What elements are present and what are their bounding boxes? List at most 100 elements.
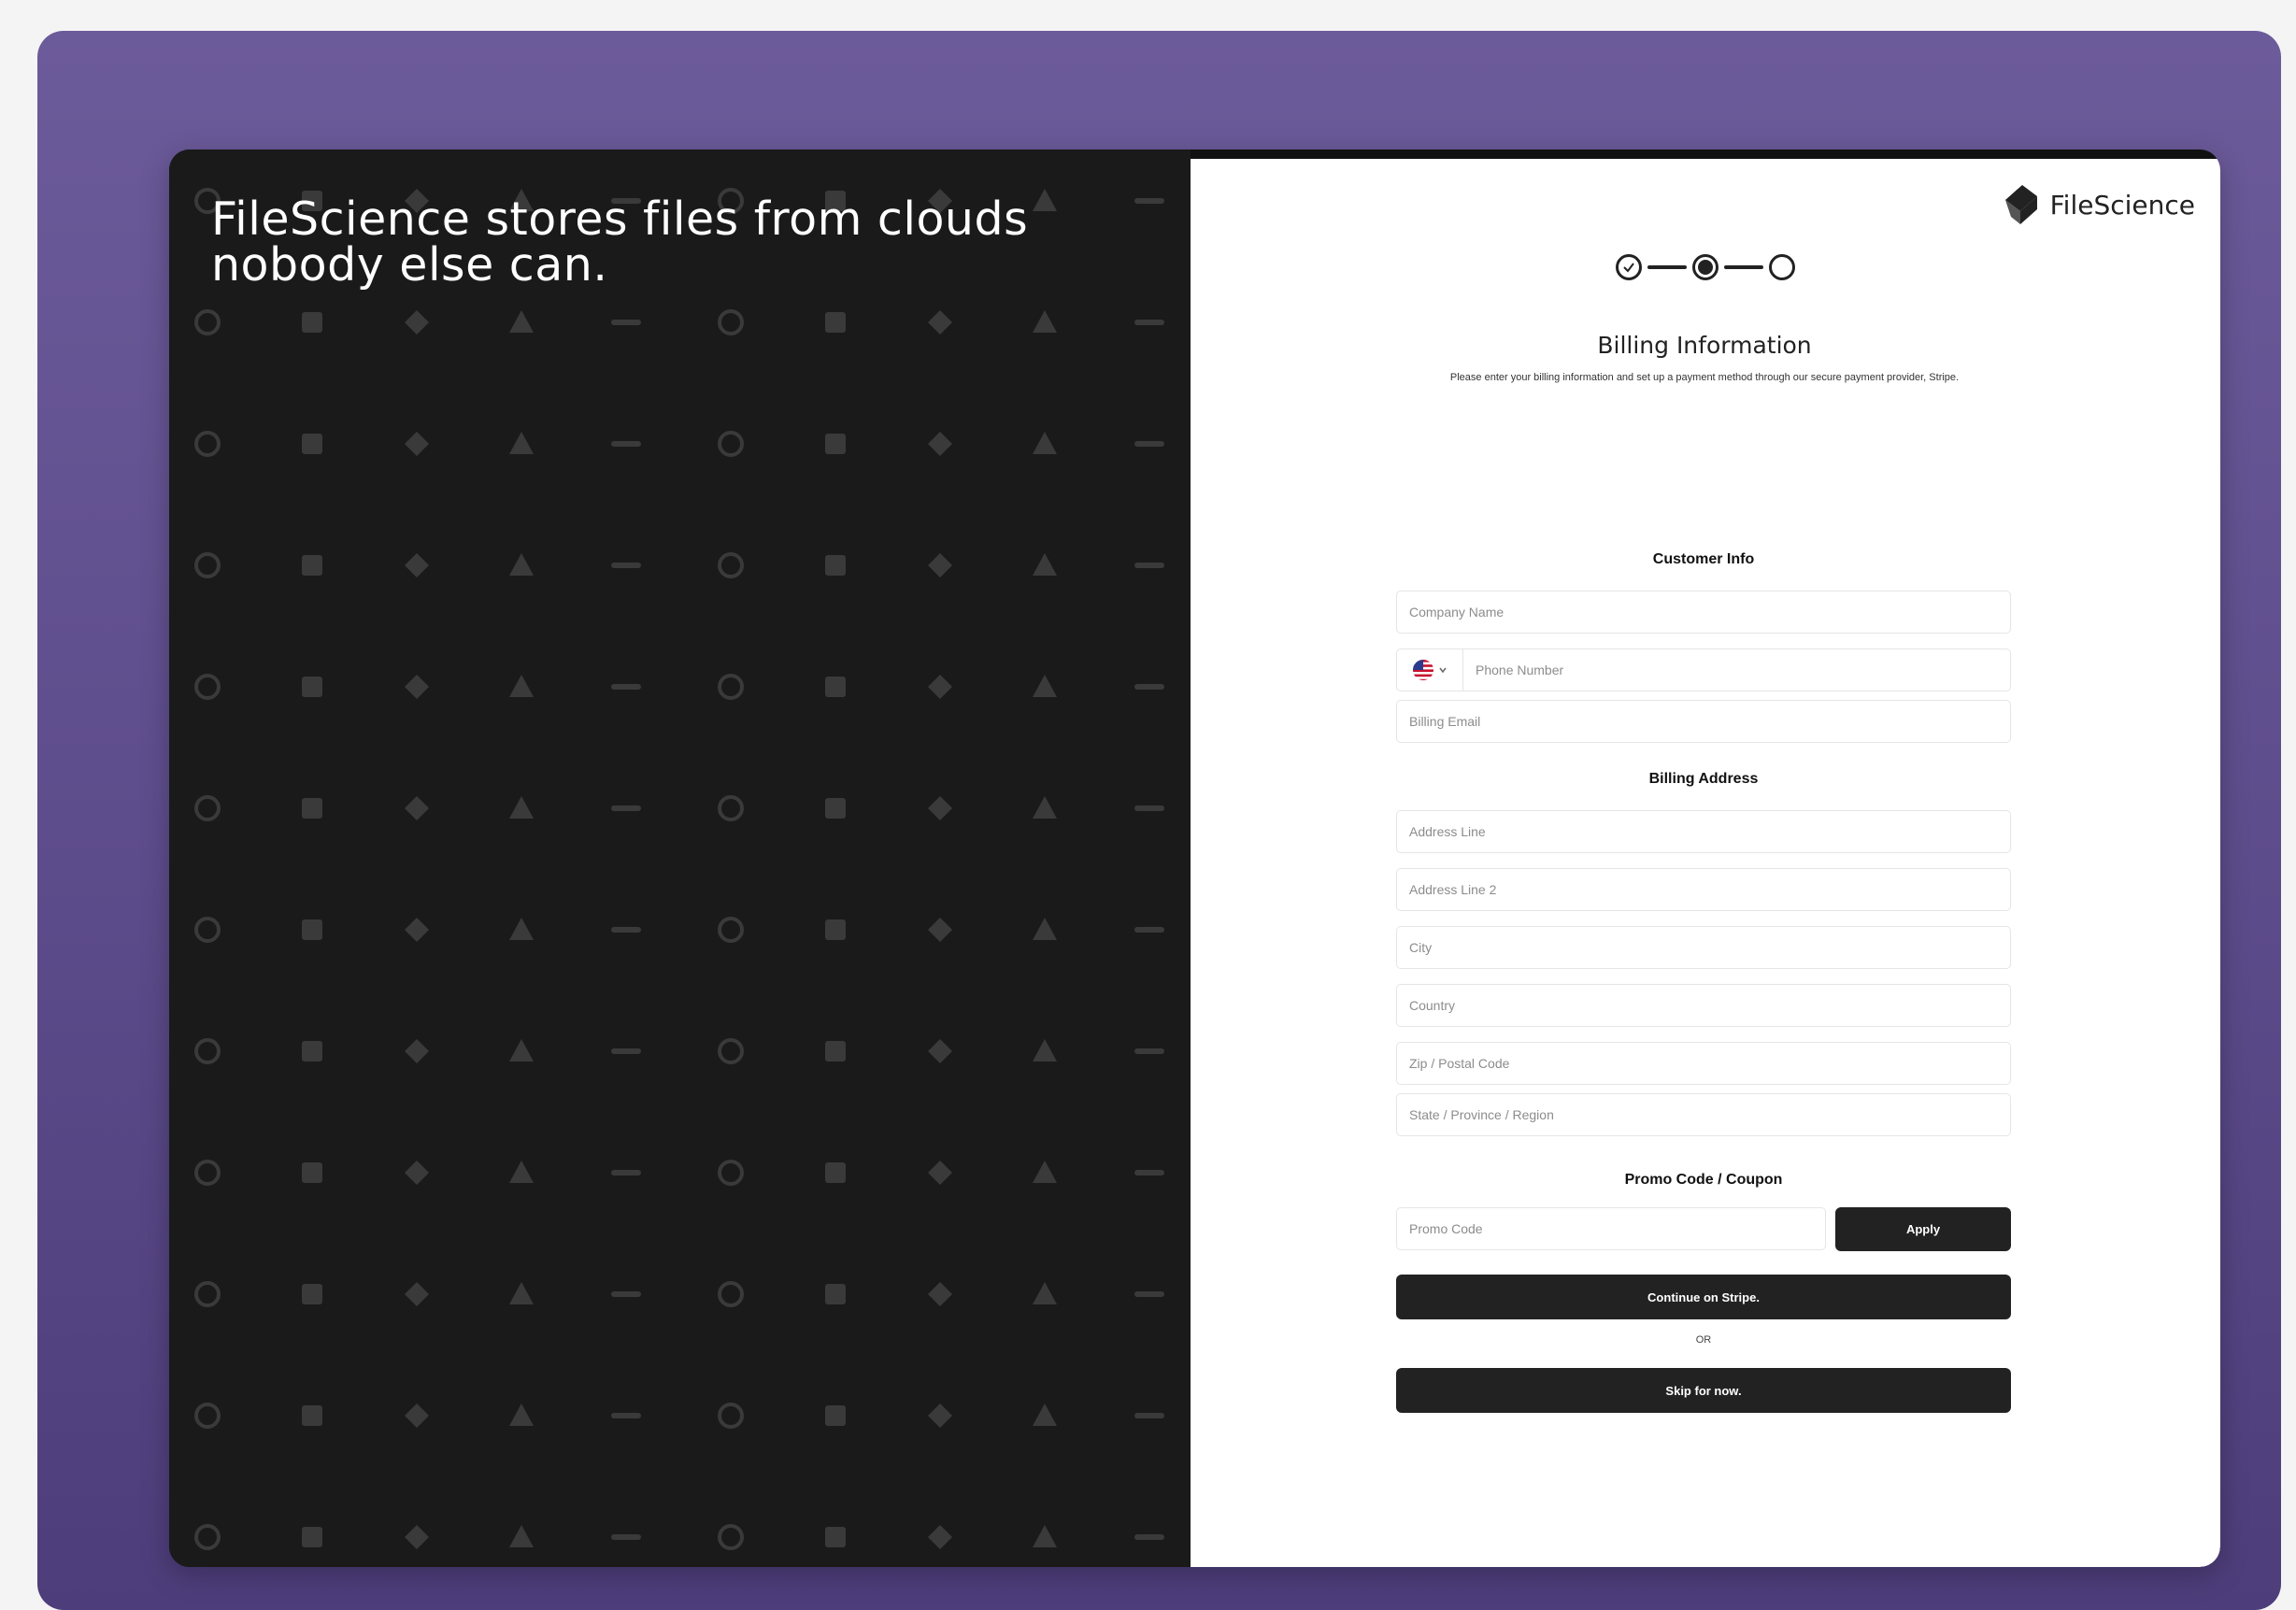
checkmark-icon	[1623, 263, 1634, 273]
asana-icon	[405, 1525, 429, 1549]
state-region-input[interactable]	[1396, 1093, 2011, 1136]
monday-icon	[194, 1281, 221, 1307]
app-background: FileScience stores files from clouds nob…	[37, 31, 2281, 1610]
diamond-icon	[928, 1161, 952, 1185]
chevron-down-icon	[1439, 667, 1447, 674]
magnet-icon	[405, 310, 429, 335]
brand-name: FileScience	[2049, 189, 2195, 221]
google-icon	[194, 917, 221, 943]
step-connector	[1647, 265, 1687, 269]
jira-icon	[194, 309, 221, 335]
figma-icon	[928, 918, 952, 942]
magnet-icon	[928, 1525, 952, 1549]
progress-stepper	[1191, 254, 2220, 280]
promo-code-input[interactable]	[1396, 1207, 1826, 1250]
gitlab-icon	[611, 320, 641, 325]
billing-address-title: Billing Address	[1648, 771, 1759, 787]
quickbooks-icon	[509, 918, 534, 940]
skip-for-now-button[interactable]: Skip for now.	[1396, 1368, 2011, 1413]
hero-headline-line-2: nobody else can.	[211, 238, 608, 292]
zip-code-input[interactable]	[1396, 1042, 2011, 1085]
workday-icon	[825, 312, 846, 333]
step-2-current	[1692, 254, 1718, 280]
form-title: Billing Information	[1597, 332, 1812, 359]
microsoft-icon	[611, 441, 641, 447]
trello-icon	[718, 309, 744, 335]
paypal-icon	[194, 552, 221, 578]
cloud-logo-grid-graphic	[194, 188, 1164, 1550]
figma-icon	[405, 553, 429, 577]
slack-icon	[194, 1038, 221, 1064]
github-icon	[611, 927, 641, 933]
onboarding-window: FileScience stores files from clouds nob…	[169, 150, 2220, 1567]
company-name-input[interactable]	[1396, 591, 2011, 634]
workday-icon	[825, 1162, 846, 1183]
hero-panel: FileScience stores files from clouds nob…	[169, 150, 1191, 1567]
ifttt-icon	[825, 919, 846, 940]
box-icon	[405, 432, 429, 456]
billing-email-input[interactable]	[1396, 700, 2011, 743]
step-3-upcoming	[1769, 254, 1795, 280]
todoist-icon	[1134, 320, 1164, 325]
promo-code-title: Promo Code / Coupon	[1624, 1172, 1783, 1188]
google-icon	[718, 1281, 744, 1307]
city-input[interactable]	[1396, 926, 2011, 969]
adp-icon	[1033, 553, 1057, 576]
malt-icon	[405, 1039, 429, 1063]
todoist-icon	[611, 805, 641, 811]
figma-icon	[405, 1403, 429, 1428]
form-subtitle: Please enter your billing information an…	[1449, 372, 1960, 383]
nd-icon	[509, 1282, 534, 1304]
continue-on-stripe-button[interactable]: Continue on Stripe.	[1396, 1275, 2011, 1319]
monday-icon	[194, 431, 221, 457]
analytics-icon	[825, 798, 846, 819]
gitlab-icon	[1134, 1534, 1164, 1540]
magnet-icon	[928, 675, 952, 699]
analytics-icon	[302, 1284, 322, 1304]
malt-icon	[928, 553, 952, 577]
gitlab-icon	[1134, 684, 1164, 690]
brand: FileScience	[2002, 183, 2195, 226]
confluence-icon	[825, 1041, 846, 1061]
github-icon	[1134, 1291, 1164, 1297]
country-code-select[interactable]	[1397, 649, 1463, 691]
address-line-input[interactable]	[1396, 810, 2011, 853]
billing-panel: FileScience Billing Information Please e…	[1191, 159, 2220, 1567]
paypal-icon	[718, 917, 744, 943]
cloud-logo-grid	[169, 150, 1191, 1567]
phone-number-input[interactable]	[1463, 649, 2010, 691]
paypal-icon	[194, 1403, 221, 1429]
customer-info-title: Customer Info	[1652, 551, 1755, 567]
address-line-2-input[interactable]	[1396, 868, 2011, 911]
github-icon	[1134, 441, 1164, 447]
apply-promo-button[interactable]: Apply	[1835, 1207, 2011, 1251]
pipedrive-icon	[611, 563, 641, 568]
quickbooks-icon	[1033, 432, 1057, 454]
hero-headline: FileScience stores files from clouds nob…	[211, 196, 1146, 288]
cisco-icon	[509, 1161, 534, 1183]
adp-icon	[509, 1039, 534, 1061]
notion-icon	[509, 675, 534, 697]
dropbox-icon	[611, 684, 641, 690]
monday-icon	[718, 795, 744, 821]
adp-icon	[1033, 1403, 1057, 1426]
analytics-icon	[302, 434, 322, 454]
cisco-icon	[509, 310, 534, 333]
filescience-logo-icon	[2004, 185, 2037, 224]
dropbox-icon	[611, 1534, 641, 1540]
phone-field	[1396, 648, 2011, 691]
notion-icon	[1033, 1039, 1057, 1061]
check-circle-icon	[928, 1282, 952, 1306]
pipedrive-icon	[611, 1413, 641, 1418]
country-input[interactable]	[1396, 984, 2011, 1027]
check-icon	[825, 434, 846, 454]
quickbooks-icon	[1033, 1282, 1057, 1304]
slack-icon	[718, 552, 744, 578]
jira-icon	[718, 1524, 744, 1550]
cisco-icon	[1033, 1525, 1057, 1547]
ifttt-icon	[302, 1405, 322, 1426]
ghost-icon	[302, 312, 322, 333]
ghost-icon	[825, 677, 846, 697]
pipedrive-icon	[1134, 927, 1164, 933]
slack-icon	[718, 1403, 744, 1429]
